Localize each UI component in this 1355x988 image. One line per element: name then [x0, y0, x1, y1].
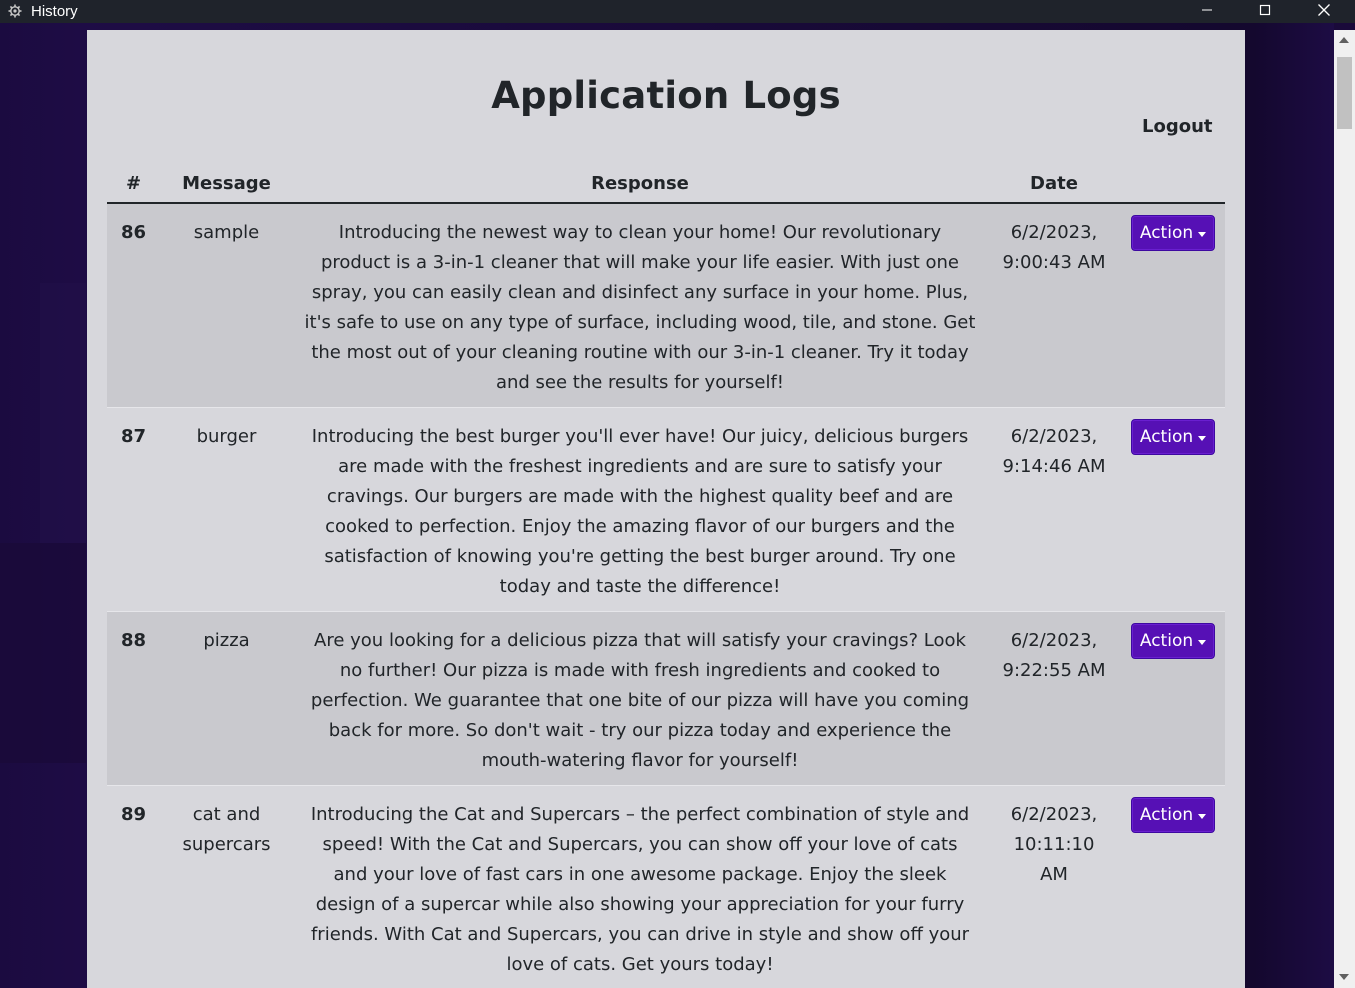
background-decoration [0, 543, 86, 763]
caret-down-icon [1198, 231, 1207, 237]
action-dropdown-button[interactable]: Action [1131, 623, 1215, 659]
main-panel: Application Logs Logout # Message Respon… [87, 30, 1245, 988]
scroll-down-icon[interactable] [1339, 974, 1349, 980]
table-row: 88 pizza Are you looking for a delicious… [107, 611, 1225, 786]
header-message: Message [160, 164, 293, 204]
maximize-icon [1259, 3, 1271, 20]
vertical-scrollbar[interactable] [1334, 30, 1355, 988]
minimize-icon [1201, 3, 1213, 20]
row-response: Are you looking for a delicious pizza th… [293, 611, 987, 786]
action-label: Action [1139, 427, 1194, 447]
action-label: Action [1139, 805, 1194, 825]
caret-down-icon [1198, 435, 1207, 441]
caret-down-icon [1198, 639, 1207, 645]
scroll-up-icon[interactable] [1339, 37, 1349, 43]
action-label: Action [1139, 223, 1194, 243]
close-icon [1317, 3, 1331, 21]
header-response: Response [293, 164, 987, 204]
gear-icon [8, 4, 22, 18]
row-date-text: 6/2/2023, 9:22:55 AM [1002, 630, 1106, 681]
row-action-cell: Action [1121, 611, 1225, 786]
row-response-text: Introducing the newest way to clean your… [304, 222, 976, 393]
row-date-text: 6/2/2023, 9:14:46 AM [1002, 426, 1106, 477]
table-row: 86 sample Introducing the newest way to … [107, 203, 1225, 408]
header-date: Date [987, 164, 1121, 204]
table-header-row: # Message Response Date [107, 164, 1225, 204]
row-date: 6/2/2023, 9:14:46 AM [987, 407, 1121, 612]
row-response-text: Are you looking for a delicious pizza th… [310, 630, 970, 771]
page-title: Application Logs [491, 74, 841, 117]
window-titlebar: History [0, 0, 1355, 23]
minimize-button[interactable] [1178, 0, 1236, 23]
close-button[interactable] [1295, 0, 1353, 23]
row-action-cell: Action [1121, 203, 1225, 408]
row-date: 6/2/2023, 10:11:10 AM [987, 785, 1121, 988]
row-date: 6/2/2023, 9:22:55 AM [987, 611, 1121, 786]
row-message: burger [160, 407, 293, 612]
window-title: History [31, 3, 78, 20]
row-response: Introducing the newest way to clean your… [293, 203, 987, 408]
header-num: # [107, 164, 160, 204]
row-date: 6/2/2023, 9:00:43 AM [987, 203, 1121, 408]
row-message: sample [160, 203, 293, 408]
table-row: 87 burger Introducing the best burger yo… [107, 407, 1225, 612]
maximize-button[interactable] [1236, 0, 1294, 23]
scrollbar-thumb[interactable] [1337, 57, 1352, 129]
row-response: Introducing the Cat and Supercars – the … [293, 785, 987, 988]
row-response-text: Introducing the best burger you'll ever … [311, 426, 969, 597]
row-action-cell: Action [1121, 785, 1225, 988]
row-action-cell: Action [1121, 407, 1225, 612]
logs-table: # Message Response Date 86 sample Introd… [107, 164, 1225, 988]
action-dropdown-button[interactable]: Action [1131, 215, 1215, 251]
table-row: 89 cat and supercars Introducing the Cat… [107, 785, 1225, 988]
logout-link[interactable]: Logout [1142, 116, 1213, 137]
row-response: Introducing the best burger you'll ever … [293, 407, 987, 612]
action-label: Action [1139, 631, 1194, 651]
row-message-text: cat and supercars [182, 804, 271, 855]
background-decoration [40, 283, 86, 543]
action-dropdown-button[interactable]: Action [1131, 419, 1215, 455]
row-date-text: 6/2/2023, 9:00:43 AM [1002, 222, 1106, 273]
row-message: pizza [160, 611, 293, 786]
row-id: 86 [107, 203, 160, 408]
row-id: 88 [107, 611, 160, 786]
row-response-text: Introducing the Cat and Supercars – the … [310, 804, 970, 975]
row-date-text: 6/2/2023, 10:11:10 AM [1010, 804, 1098, 885]
caret-down-icon [1198, 813, 1207, 819]
row-id: 89 [107, 785, 160, 988]
header-action [1121, 164, 1225, 204]
action-dropdown-button[interactable]: Action [1131, 797, 1215, 833]
row-message: cat and supercars [160, 785, 293, 988]
row-id: 87 [107, 407, 160, 612]
